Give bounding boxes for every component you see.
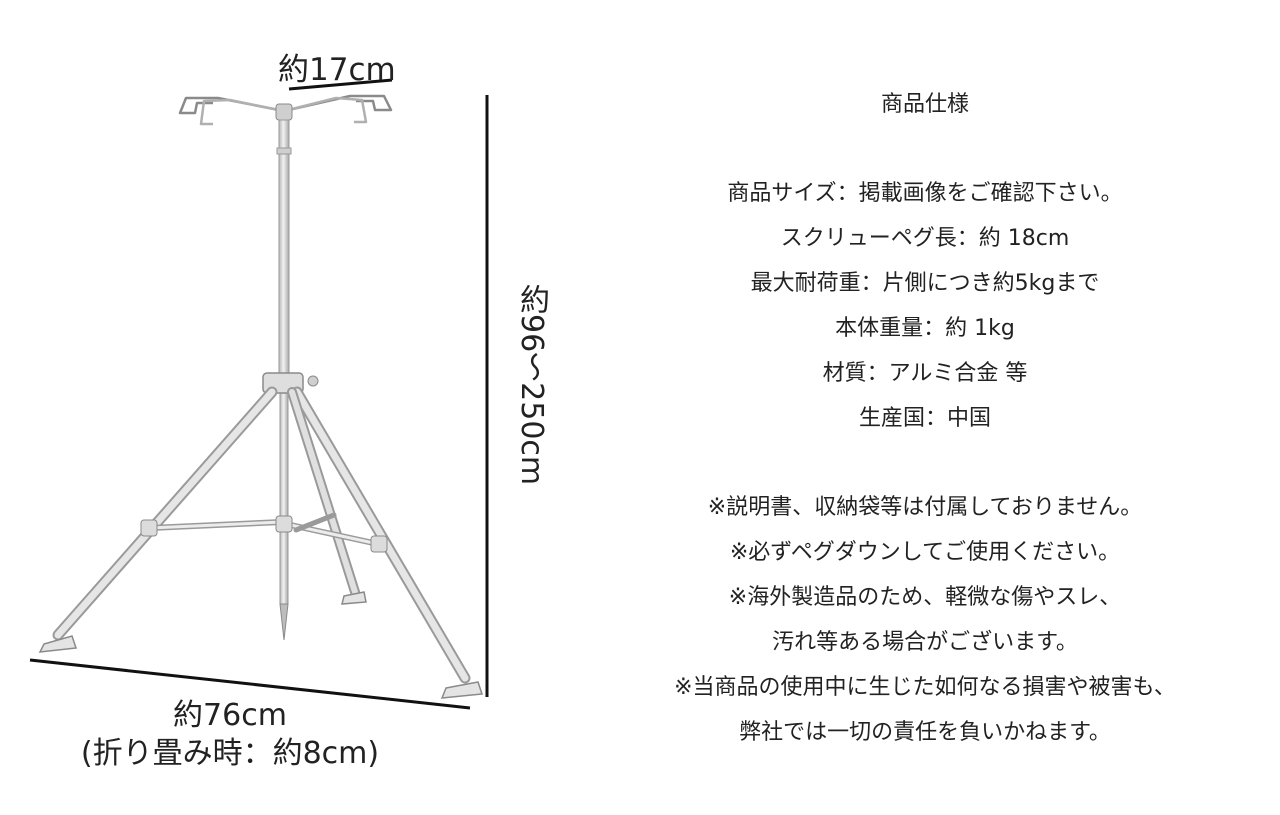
folded-width-label: (折り畳み時：約8cm) (80, 735, 380, 771)
note-overseas-product-cont: 汚れ等ある場合がございます。 (772, 630, 1078, 655)
base-width-label-group: 約76cm (折り畳み時：約8cm) (0, 697, 460, 772)
hub-knob (307, 375, 319, 387)
note-no-manual: ※説明書、収納袋等は付属しておりません。 (707, 495, 1143, 520)
note-overseas-product: ※海外製造品のため、軽微な傷やスレ、 (728, 585, 1122, 610)
pole-collar (276, 147, 292, 155)
tripod-legs (52, 386, 471, 684)
note-disclaimer: ※当商品の使用中に生じた如何なる損害や被害も、 (674, 675, 1176, 700)
specs-title: 商品仕様 (880, 92, 969, 117)
leg-feet (38, 591, 484, 699)
note-peg-down: ※必ずペグダウンしてご使用ください。 (729, 540, 1121, 565)
spec-screw-peg-length: スクリューペグ長：約 18cm (780, 226, 1070, 251)
spec-max-load: 最大耐荷重：片側につき約5kgまで (750, 271, 1100, 296)
spec-product-size: 商品サイズ：掲載画像をご確認下さい。 (727, 181, 1123, 206)
top-joint (275, 103, 293, 121)
note-disclaimer-cont: 弊社では一切の責任を負いかねます。 (739, 720, 1111, 745)
top-width-label: 約17cm (278, 52, 396, 88)
leg-braces (147, 512, 381, 547)
screw-peg-tip (279, 603, 289, 641)
upper-pole (278, 119, 290, 376)
product-specifications: 商品仕様 商品サイズ：掲載画像をご確認下さい。 スクリューペグ長：約 18cm … (590, 82, 1260, 755)
height-range-label: 約96～250cm (514, 284, 549, 486)
base-width-label: 約76cm (173, 698, 287, 733)
spec-body-weight: 本体重量：約 1kg (835, 316, 1015, 341)
spec-country-of-origin: 生産国：中国 (858, 406, 991, 431)
product-figure: 約17cm 約96～250cm 約76cm (折り畳み時：約8cm) (0, 0, 640, 811)
spec-material: 材質：アルミ合金 等 (822, 361, 1028, 386)
lower-pole (279, 391, 289, 605)
